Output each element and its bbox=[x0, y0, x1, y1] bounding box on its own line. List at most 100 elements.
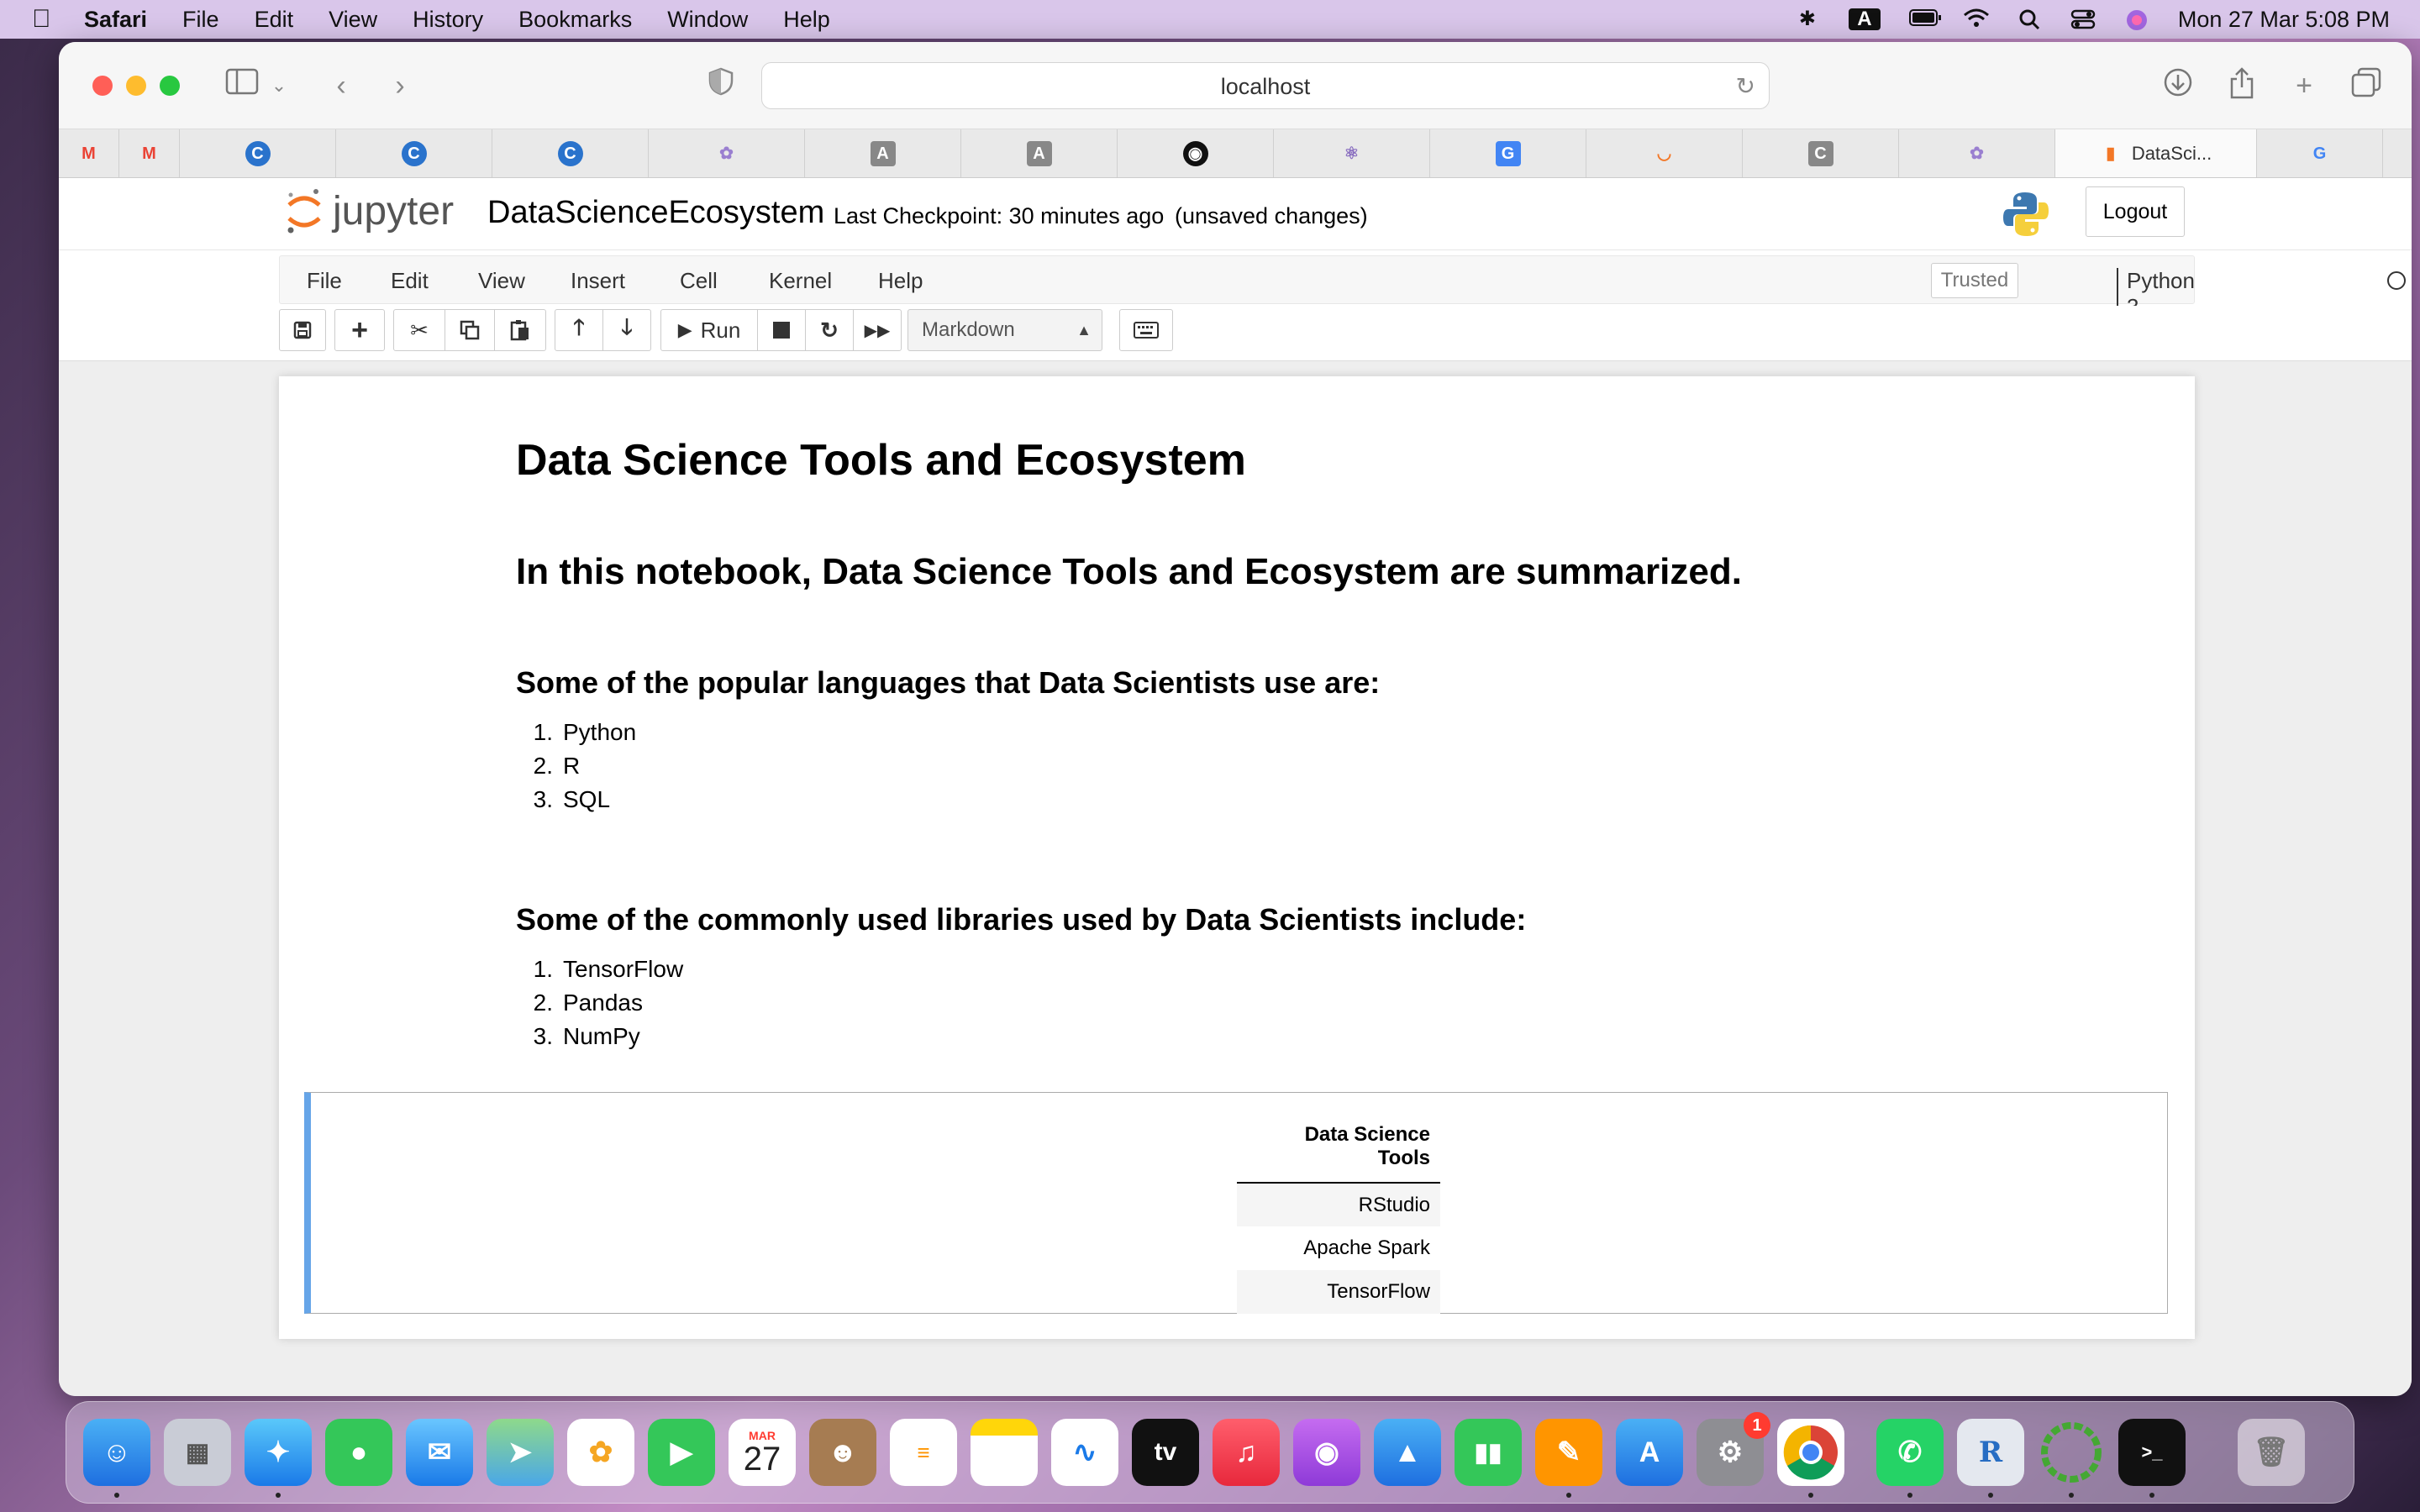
keynote-icon[interactable]: ▲ bbox=[1374, 1419, 1441, 1486]
move-cell-up-button[interactable]: 🡑 bbox=[555, 309, 603, 351]
contacts-icon[interactable]: ☻ bbox=[809, 1419, 876, 1486]
apple-tv-icon[interactable]: tv bbox=[1132, 1419, 1199, 1486]
tab-translate[interactable]: G bbox=[1430, 129, 1586, 177]
facetime-icon[interactable]: ▶ bbox=[648, 1419, 715, 1486]
apple-menu-icon[interactable]:  bbox=[32, 5, 57, 34]
run-cell-button[interactable]: ▶ Run bbox=[660, 309, 758, 351]
trusted-indicator[interactable]: Trusted bbox=[1931, 263, 2018, 298]
menu-bookmarks[interactable]: Bookmarks bbox=[518, 7, 632, 33]
messages-icon[interactable]: ● bbox=[325, 1419, 392, 1486]
move-cell-down-button[interactable]: 🡓 bbox=[602, 309, 651, 351]
safari-icon[interactable]: ✦ bbox=[245, 1419, 312, 1486]
jupyter-logo[interactable]: jupyter bbox=[286, 186, 454, 235]
trash-icon[interactable]: 🗑 bbox=[2238, 1419, 2305, 1486]
tab-a-1[interactable]: A bbox=[805, 129, 961, 177]
logout-button[interactable]: Logout bbox=[2086, 186, 2185, 237]
insert-cell-button[interactable]: + bbox=[334, 309, 385, 351]
tab-gmail-1[interactable]: M bbox=[59, 129, 119, 177]
menu-window[interactable]: Window bbox=[667, 7, 748, 33]
tab-active-notebook[interactable]: ▮ DataSci... bbox=[2055, 129, 2257, 177]
whatsapp-icon[interactable]: ✆ bbox=[1876, 1419, 1944, 1486]
tab-openai-2[interactable]: ✿ bbox=[1899, 129, 2055, 177]
control-center-icon[interactable] bbox=[2070, 8, 2096, 30]
cell-type-select[interactable]: Markdown ▲ bbox=[908, 309, 1102, 351]
menu-history[interactable]: History bbox=[413, 7, 483, 33]
launchpad-icon[interactable]: ▦ bbox=[164, 1419, 231, 1486]
menubar-clock[interactable]: Mon 27 Mar 5:08 PM bbox=[2178, 7, 2390, 33]
wifi-icon[interactable] bbox=[1963, 8, 1989, 30]
share-icon[interactable] bbox=[2223, 67, 2260, 104]
fullscreen-window-button[interactable] bbox=[160, 76, 180, 96]
mail-icon[interactable]: ✉ bbox=[406, 1419, 473, 1486]
reminders-icon[interactable]: ≡ bbox=[890, 1419, 957, 1486]
selected-markdown-cell[interactable]: Data Science Tools RStudio Apache Spark … bbox=[304, 1092, 2168, 1314]
notebook-name[interactable]: DataScienceEcosystem bbox=[487, 195, 824, 231]
app-store-icon[interactable]: A bbox=[1616, 1419, 1683, 1486]
tab-openai-1[interactable]: ✿ bbox=[649, 129, 805, 177]
downloads-icon[interactable] bbox=[2160, 67, 2196, 104]
battery-icon[interactable] bbox=[1908, 8, 1941, 30]
tab-c[interactable]: C bbox=[1743, 129, 1899, 177]
finder-icon[interactable]: ☺ bbox=[83, 1419, 150, 1486]
tab-a-2[interactable]: A bbox=[961, 129, 1118, 177]
tab-overview-icon[interactable] bbox=[2348, 67, 2385, 104]
tab-google[interactable]: G bbox=[2257, 129, 2383, 177]
jp-menu-kernel[interactable]: Kernel bbox=[769, 268, 832, 294]
tab-coursera-1[interactable]: C bbox=[180, 129, 336, 177]
paste-cells-button[interactable] bbox=[494, 309, 546, 351]
command-palette-button[interactable] bbox=[1119, 309, 1173, 351]
siri-icon[interactable] bbox=[2124, 8, 2149, 30]
tab-jupyter[interactable]: ◡ bbox=[1586, 129, 1743, 177]
tab-coursera-2[interactable]: C bbox=[336, 129, 492, 177]
jp-menu-file[interactable]: File bbox=[307, 268, 342, 294]
tab-coursera-3[interactable]: C bbox=[492, 129, 649, 177]
system-settings-icon[interactable]: ⚙ 1 bbox=[1697, 1412, 1770, 1486]
url-bar[interactable]: localhost ↻ bbox=[761, 62, 1770, 109]
privacy-shield-icon[interactable] bbox=[702, 67, 739, 104]
menu-help[interactable]: Help bbox=[783, 7, 830, 33]
jp-menu-edit[interactable]: Edit bbox=[391, 268, 429, 294]
menu-view[interactable]: View bbox=[329, 7, 377, 33]
numbers-icon[interactable]: ▮▮ bbox=[1455, 1419, 1522, 1486]
restart-run-all-button[interactable]: ▶▶ bbox=[853, 309, 902, 351]
freeform-icon[interactable]: ∿ bbox=[1051, 1419, 1118, 1486]
photos-icon[interactable]: ✿ bbox=[567, 1419, 634, 1486]
sidebar-toggle-icon[interactable] bbox=[224, 67, 260, 104]
anaconda-icon[interactable] bbox=[2038, 1419, 2105, 1486]
maps-icon[interactable]: ➤ bbox=[487, 1419, 554, 1486]
terminal-icon[interactable]: >_ bbox=[2118, 1419, 2186, 1486]
bluetooth-icon[interactable]: ✱ bbox=[1795, 8, 1820, 30]
interrupt-kernel-button[interactable] bbox=[757, 309, 806, 351]
jp-menu-view[interactable]: View bbox=[478, 268, 525, 294]
restart-kernel-button[interactable]: ↻ bbox=[805, 309, 854, 351]
copy-cells-button[interactable] bbox=[445, 309, 495, 351]
close-window-button[interactable] bbox=[92, 76, 113, 96]
podcasts-icon[interactable]: ◉ bbox=[1293, 1419, 1360, 1486]
spotlight-search-icon[interactable] bbox=[2017, 8, 2042, 30]
libraries-heading: Some of the commonly used libraries used… bbox=[516, 902, 1527, 937]
pages-icon[interactable]: ✎ bbox=[1535, 1419, 1602, 1486]
chevron-down-icon[interactable]: ⌄ bbox=[260, 67, 297, 104]
cut-cells-button[interactable]: ✂ bbox=[393, 309, 445, 351]
chrome-icon[interactable] bbox=[1777, 1419, 1844, 1486]
r-app-icon[interactable]: R bbox=[1957, 1419, 2024, 1486]
input-source-icon[interactable]: A bbox=[1848, 8, 1881, 30]
jp-menu-insert[interactable]: Insert bbox=[571, 268, 625, 294]
tab-github[interactable]: ◉ bbox=[1118, 129, 1274, 177]
calendar-icon[interactable]: MAR 27 bbox=[729, 1419, 796, 1486]
reload-icon[interactable]: ↻ bbox=[1736, 63, 1755, 110]
minimize-window-button[interactable] bbox=[126, 76, 146, 96]
jp-menu-cell[interactable]: Cell bbox=[680, 268, 718, 294]
new-tab-plus-icon[interactable]: + bbox=[2286, 67, 2323, 104]
forward-arrow-icon[interactable]: › bbox=[381, 67, 418, 104]
tab-gmail-2[interactable]: M bbox=[119, 129, 180, 177]
menu-edit[interactable]: Edit bbox=[255, 7, 294, 33]
menu-file[interactable]: File bbox=[182, 7, 219, 33]
music-icon[interactable]: ♫ bbox=[1213, 1419, 1280, 1486]
jp-menu-help[interactable]: Help bbox=[878, 268, 923, 294]
back-arrow-icon[interactable]: ‹ bbox=[323, 67, 360, 104]
save-button[interactable] bbox=[279, 309, 326, 351]
tab-molecule[interactable]: ⚛ bbox=[1274, 129, 1430, 177]
notes-icon[interactable] bbox=[971, 1419, 1038, 1486]
menu-app-safari[interactable]: Safari bbox=[84, 7, 147, 33]
